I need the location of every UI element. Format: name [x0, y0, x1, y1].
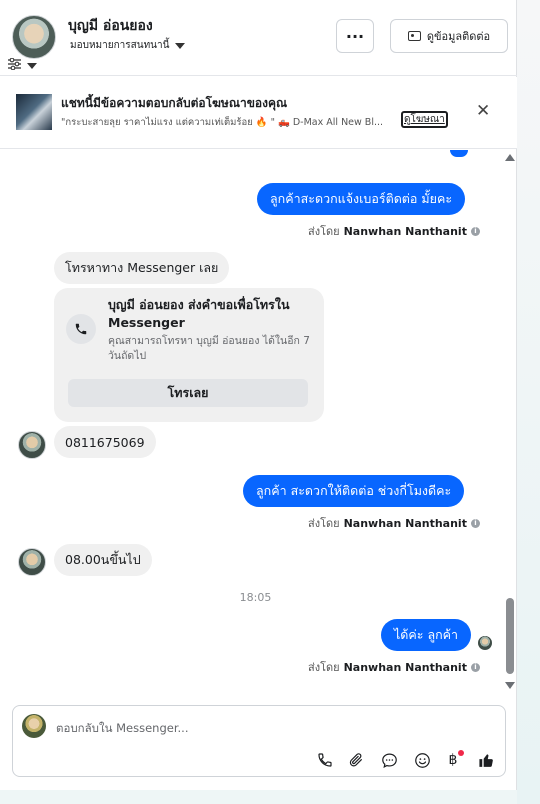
- chevron-down-icon: [175, 42, 186, 49]
- chevron-down-icon: [27, 63, 37, 69]
- window-edge: [517, 0, 540, 804]
- message-composer: ฿: [12, 705, 506, 777]
- message-outgoing[interactable]: ได้ค่ะ ลูกค้า: [381, 619, 472, 651]
- close-icon[interactable]: ✕: [476, 101, 490, 121]
- filter-menu-button[interactable]: [8, 57, 46, 74]
- info-icon[interactable]: i: [470, 662, 480, 672]
- view-contact-info-button[interactable]: ดูข้อมูลติดต่อ: [390, 19, 508, 53]
- scroll-up-arrow-icon[interactable]: [505, 154, 515, 161]
- sender-name: Nanwhan Nanthanit: [343, 660, 467, 674]
- contact-avatar[interactable]: [12, 15, 56, 59]
- messenger-panel: บุญมี อ่อนยอง มอบหมายการสนทนานี้ ··· ดูข…: [0, 0, 517, 790]
- chat-bubble-icon[interactable]: [379, 750, 399, 770]
- sent-by-label: ส่งโดย Nanwhan Nanthanit i: [308, 222, 480, 240]
- baht-icon[interactable]: ฿: [443, 750, 464, 770]
- message-outgoing[interactable]: ลูกค้าสะดวกแจ้งเบอร์ติดต่อ มั้ยคะ: [257, 183, 466, 215]
- scrollbar-thumb[interactable]: [506, 598, 514, 674]
- contact-avatar-small: [18, 431, 46, 459]
- seen-avatar: [478, 636, 492, 650]
- sent-by-prefix: ส่งโดย: [308, 225, 340, 238]
- page-avatar: [22, 714, 46, 738]
- assign-conversation-dropdown[interactable]: มอบหมายการสนทนานี้: [70, 38, 186, 53]
- info-icon[interactable]: i: [470, 518, 480, 528]
- message-timestamp: 18:05: [239, 591, 272, 604]
- call-now-button[interactable]: โทรเลย: [68, 379, 308, 407]
- phone-icon: [66, 314, 96, 344]
- call-request-title: บุญมี อ่อนยอง ส่งคำขอเพื่อโทรใน Messenge…: [108, 297, 290, 330]
- contact-name[interactable]: บุญมี อ่อนยอง: [68, 15, 153, 37]
- sent-by-prefix: ส่งโดย: [308, 661, 340, 674]
- conversation-header: บุญมี อ่อนยอง มอบหมายการสนทนานี้ ··· ดูข…: [0, 0, 517, 76]
- sent-by-prefix: ส่งโดย: [308, 517, 340, 530]
- message-incoming[interactable]: 08.00นขึ้นไป: [54, 544, 152, 576]
- ad-thumbnail: [16, 94, 52, 130]
- more-options-button[interactable]: ···: [336, 19, 374, 53]
- contact-card-icon: [407, 31, 421, 41]
- message-thread[interactable]: ลูกค้าสะดวกแจ้งเบอร์ติดต่อ มั้ยคะ ส่งโดย…: [0, 150, 517, 695]
- phone-icon[interactable]: [315, 750, 335, 770]
- message-bubble-partial: [450, 150, 468, 157]
- ad-banner-title: แชทนี้มีข้อความตอบกลับต่อโฆษณาของคุณ: [61, 96, 288, 110]
- scroll-down-arrow-icon[interactable]: [505, 682, 515, 689]
- thumbs-up-icon[interactable]: [476, 750, 496, 770]
- sent-by-label: ส่งโดย Nanwhan Nanthanit i: [308, 514, 480, 532]
- sent-by-label: ส่งโดย Nanwhan Nanthanit i: [308, 658, 480, 676]
- ad-banner-subtitle: "กระบะสายลุย ราคาไม่แรง แต่ความเท่เต็มร้…: [61, 117, 384, 128]
- paperclip-icon[interactable]: [346, 750, 366, 770]
- ad-reply-banner: แชทนี้มีข้อความตอบกลับต่อโฆษณาของคุณ "กร…: [0, 77, 517, 149]
- message-incoming[interactable]: 0811675069: [54, 426, 156, 458]
- sender-name: Nanwhan Nanthanit: [343, 516, 467, 530]
- contact-avatar-small: [18, 548, 46, 576]
- info-icon[interactable]: i: [470, 226, 480, 236]
- call-request-description: คุณสามารถโทรหา บุญมี อ่อนยอง ได้ในอีก 7 …: [108, 335, 310, 362]
- contact-info-label: ดูข้อมูลติดต่อ: [426, 30, 491, 43]
- view-ad-link[interactable]: ดูโฆษณา: [401, 111, 448, 128]
- more-icon: ···: [345, 26, 365, 46]
- smiley-icon[interactable]: [412, 750, 432, 770]
- message-outgoing[interactable]: ลูกค้า สะดวกให้ติดต่อ ช่วงกี่โมงดีคะ: [243, 475, 465, 507]
- sliders-icon: [8, 57, 21, 74]
- assign-label: มอบหมายการสนทนานี้: [70, 40, 170, 51]
- message-incoming[interactable]: โทรหาทาง Messenger เลย: [54, 252, 230, 284]
- reply-input[interactable]: [56, 718, 486, 738]
- notification-dot: [458, 750, 464, 756]
- call-request-card: บุญมี อ่อนยอง ส่งคำขอเพื่อโทรใน Messenge…: [54, 288, 324, 422]
- sender-name: Nanwhan Nanthanit: [343, 224, 467, 238]
